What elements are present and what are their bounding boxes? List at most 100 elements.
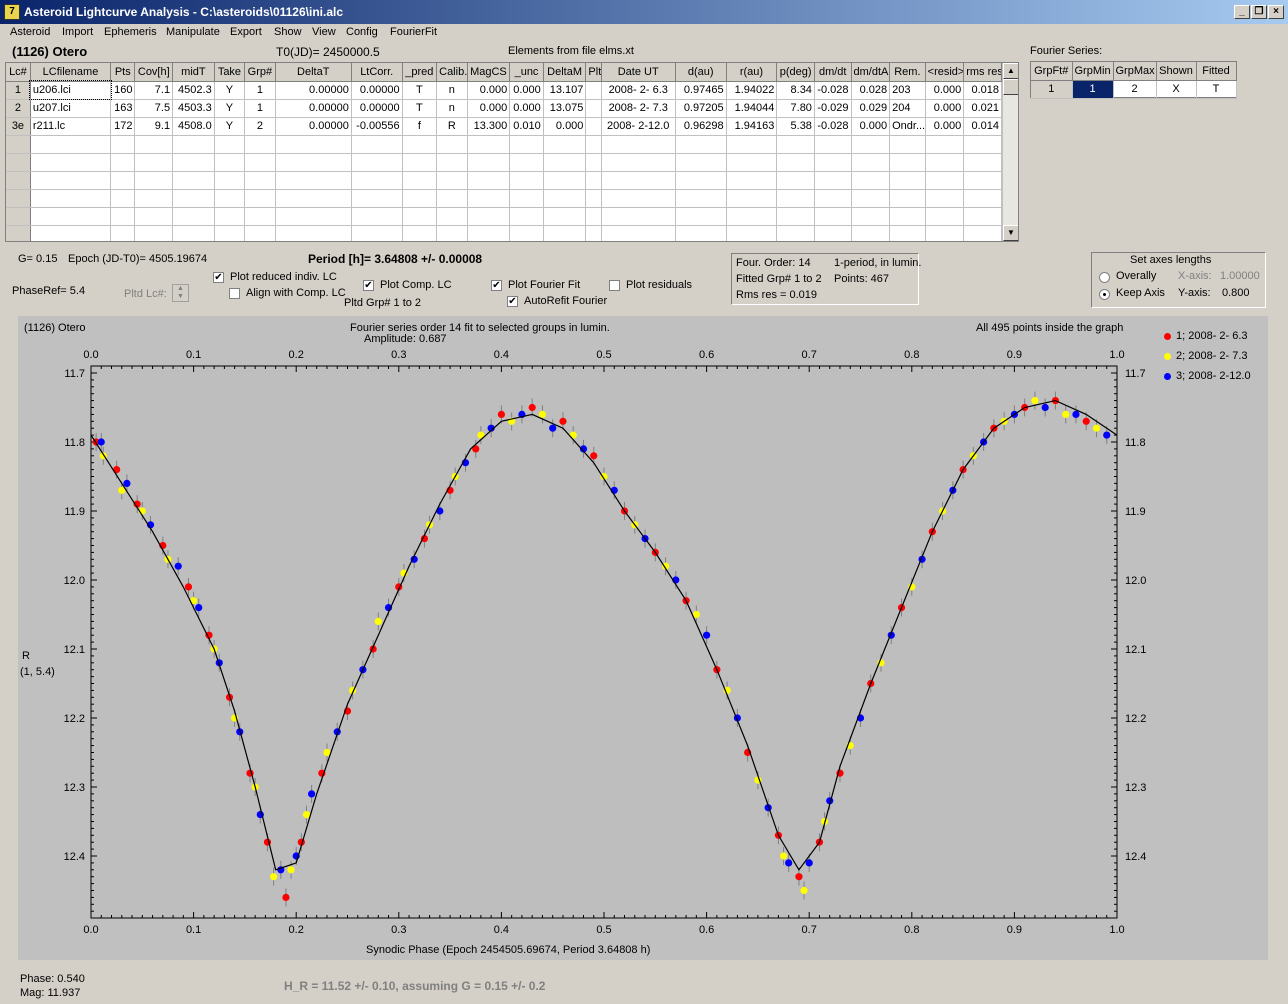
table-cell[interactable]: 0.000 <box>509 99 544 118</box>
table-cell[interactable]: 0.00000 <box>351 81 403 100</box>
table-cell[interactable]: 0.029 <box>851 99 891 118</box>
menu-show[interactable]: Show <box>274 26 302 38</box>
table-cell[interactable] <box>814 225 852 241</box>
table-cell[interactable] <box>214 171 246 190</box>
table-cell[interactable] <box>351 207 403 226</box>
align-comp-checkbox[interactable] <box>229 288 240 299</box>
table-cell[interactable] <box>601 153 676 172</box>
table-cell[interactable] <box>134 189 174 208</box>
table-cell[interactable] <box>436 153 468 172</box>
table-cell[interactable]: 1 <box>244 81 276 100</box>
table-cell[interactable] <box>675 225 727 241</box>
column-header[interactable]: LCfilename <box>30 63 112 82</box>
table-cell[interactable] <box>851 135 891 154</box>
column-header[interactable]: rms res <box>963 63 1002 82</box>
table-cell[interactable] <box>214 153 246 172</box>
table-cell[interactable] <box>585 117 602 136</box>
table-cell[interactable] <box>402 171 438 190</box>
table-cell[interactable]: 7.1 <box>134 81 174 100</box>
table-cell[interactable] <box>214 225 246 241</box>
table-cell[interactable] <box>110 153 136 172</box>
table-cell[interactable] <box>351 171 403 190</box>
table-cell[interactable]: f <box>402 117 438 136</box>
table-cell[interactable]: 163 <box>110 99 136 118</box>
table-cell[interactable] <box>889 135 926 154</box>
menu-fourierfit[interactable]: FourierFit <box>390 26 437 38</box>
table-cell[interactable] <box>776 135 815 154</box>
overally-radio[interactable] <box>1099 272 1110 283</box>
table-cell[interactable] <box>776 189 815 208</box>
column-header[interactable]: Date UT <box>601 63 676 82</box>
table-cell[interactable] <box>509 135 544 154</box>
table-cell[interactable] <box>30 225 112 241</box>
table-cell[interactable] <box>776 207 815 226</box>
table-cell[interactable] <box>467 189 511 208</box>
column-header[interactable]: Plt <box>585 63 602 82</box>
table-cell[interactable] <box>925 225 965 241</box>
table-cell[interactable] <box>351 189 403 208</box>
table-cell[interactable] <box>30 153 112 172</box>
table-cell[interactable]: 2 <box>6 99 31 118</box>
table-cell[interactable] <box>585 135 602 154</box>
autorefit-checkbox[interactable]: ✔ <box>507 296 518 307</box>
table-cell[interactable]: u207.lci <box>30 99 112 118</box>
table-cell[interactable]: 0.010 <box>509 117 544 136</box>
table-cell[interactable] <box>172 207 215 226</box>
minimize-button[interactable]: _ <box>1234 5 1250 19</box>
table-cell[interactable] <box>675 171 727 190</box>
table-cell[interactable] <box>675 153 727 172</box>
table-cell[interactable] <box>543 225 587 241</box>
table-cell[interactable] <box>275 207 352 226</box>
table-cell[interactable] <box>172 225 215 241</box>
table-cell[interactable] <box>543 135 587 154</box>
table-cell[interactable]: 0.96298 <box>675 117 727 136</box>
column-header[interactable]: Grp# <box>244 63 276 82</box>
table-cell[interactable] <box>467 207 511 226</box>
table-cell[interactable] <box>601 135 676 154</box>
table-cell[interactable] <box>543 189 587 208</box>
table-cell[interactable] <box>675 189 727 208</box>
app-icon[interactable]: 7 <box>4 4 20 20</box>
table-cell[interactable] <box>726 171 778 190</box>
table-cell[interactable] <box>214 135 246 154</box>
table-cell[interactable] <box>134 207 174 226</box>
table-cell[interactable] <box>776 171 815 190</box>
table-cell[interactable] <box>402 189 438 208</box>
table-cell[interactable] <box>244 153 276 172</box>
table-cell[interactable]: 0.000 <box>851 117 891 136</box>
table-cell[interactable] <box>963 189 1002 208</box>
table-cell[interactable] <box>889 171 926 190</box>
table-cell[interactable]: Ondr... <box>889 117 926 136</box>
table-cell[interactable] <box>585 225 602 241</box>
fourier-column-header[interactable]: GrpFt# <box>1031 62 1073 81</box>
table-cell[interactable] <box>172 171 215 190</box>
table-cell[interactable] <box>963 153 1002 172</box>
table-cell[interactable]: -0.029 <box>814 99 852 118</box>
table-cell[interactable] <box>509 153 544 172</box>
table-cell[interactable] <box>776 153 815 172</box>
close-button[interactable]: × <box>1268 5 1284 19</box>
table-cell[interactable] <box>925 207 965 226</box>
menu-export[interactable]: Export <box>230 26 262 38</box>
table-cell[interactable] <box>726 135 778 154</box>
column-header[interactable]: dm/dtA <box>851 63 891 82</box>
plot-residuals-checkbox[interactable] <box>609 280 620 291</box>
fourier-column-header[interactable]: GrpMin <box>1072 62 1114 81</box>
table-cell[interactable]: u206.lci <box>29 80 112 100</box>
table-cell[interactable]: 0.97465 <box>675 81 727 100</box>
table-cell[interactable] <box>543 153 587 172</box>
table-cell[interactable]: 2 <box>244 117 276 136</box>
table-cell[interactable]: n <box>436 81 468 100</box>
column-header[interactable]: Rem. <box>889 63 926 82</box>
column-header[interactable]: _unc <box>509 63 544 82</box>
table-cell[interactable]: 2008- 2- 6.3 <box>601 81 676 100</box>
fourier-column-header[interactable]: Shown <box>1156 62 1197 81</box>
table-cell[interactable] <box>509 189 544 208</box>
empty-table-row[interactable] <box>6 135 1002 154</box>
table-cell[interactable]: 0.000 <box>543 117 587 136</box>
table-cell[interactable] <box>436 135 468 154</box>
table-cell[interactable]: 0.00000 <box>275 117 352 136</box>
table-scrollbar[interactable]: ▲ ▼ <box>1002 63 1018 241</box>
table-row[interactable]: 1 u206.lci 160 7.1 4502.3 Y 1 0.00000 0.00000 Tn 0… <box>6 80 1002 100</box>
fourier-row[interactable]: 112XT <box>1031 80 1237 99</box>
